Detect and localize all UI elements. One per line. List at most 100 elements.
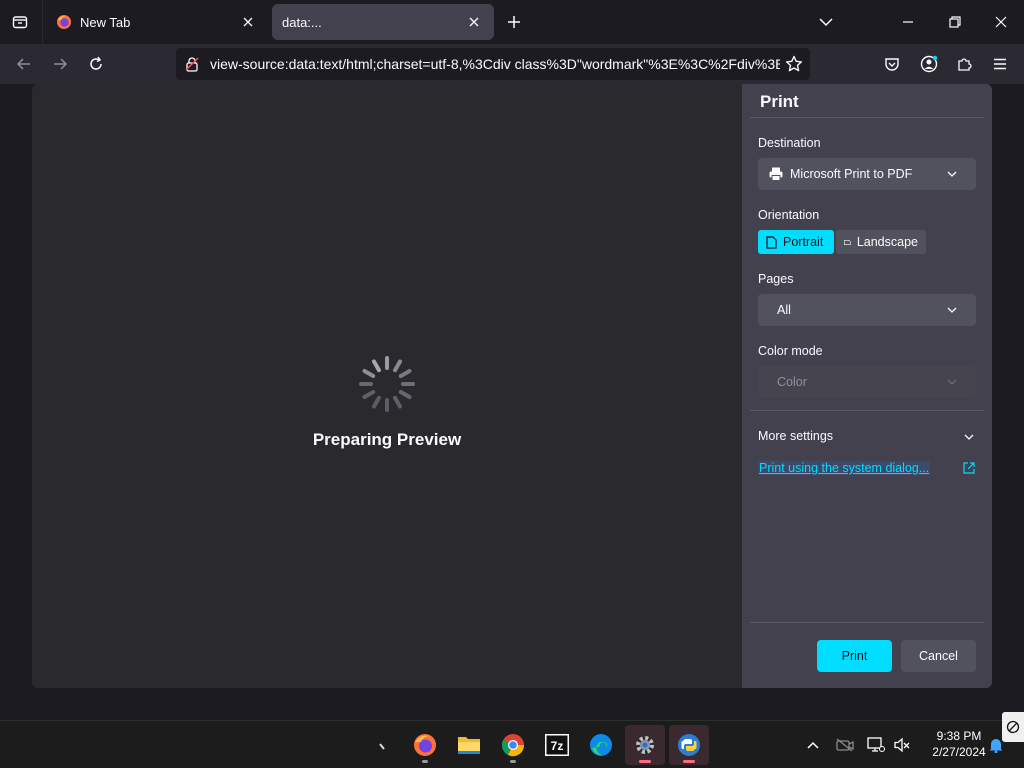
divider xyxy=(750,410,984,411)
chevron-down-icon xyxy=(944,302,960,318)
hamburger-menu-icon xyxy=(994,58,1006,70)
extensions-button[interactable] xyxy=(950,50,978,78)
print-title: Print xyxy=(760,92,799,111)
color-mode-label: Color mode xyxy=(758,344,823,358)
plus-icon xyxy=(508,16,520,28)
chevron-down-icon xyxy=(944,166,960,182)
blocked-icon xyxy=(1006,720,1020,734)
cancel-button[interactable]: Cancel xyxy=(901,640,976,672)
show-hidden-icons-button[interactable] xyxy=(803,735,823,755)
tab-data[interactable]: data:... xyxy=(272,4,494,40)
forward-arrow-icon xyxy=(54,58,68,70)
pages-value: All xyxy=(777,303,791,317)
destination-label: Destination xyxy=(758,136,821,150)
chevron-down-icon xyxy=(944,374,960,390)
running-indicator xyxy=(683,760,695,763)
taskbar-7zip[interactable]: 7z xyxy=(537,725,577,765)
python-icon xyxy=(678,734,700,756)
tab-label: New Tab xyxy=(80,14,131,30)
restore-button[interactable] xyxy=(939,8,971,36)
chrome-icon xyxy=(501,734,525,757)
back-button[interactable] xyxy=(10,50,38,78)
camera-off-icon xyxy=(836,738,854,752)
volume-muted-icon xyxy=(894,737,910,753)
tray-camera-off[interactable] xyxy=(835,735,855,755)
close-icon xyxy=(995,16,1007,28)
landscape-label: Landscape xyxy=(856,235,918,249)
pocket-button[interactable] xyxy=(878,50,906,78)
loading-spinner-icon xyxy=(359,356,415,412)
tab-list-button[interactable] xyxy=(6,8,34,36)
close-window-button[interactable] xyxy=(985,8,1017,36)
taskbar-edge[interactable] xyxy=(581,725,621,765)
external-link-icon[interactable] xyxy=(962,461,976,475)
minimize-icon xyxy=(903,21,913,23)
svg-text:7z: 7z xyxy=(551,739,564,753)
edge-icon xyxy=(590,734,612,756)
file-explorer-icon xyxy=(458,737,480,754)
forward-button[interactable] xyxy=(46,50,74,78)
url-bar[interactable]: view-source:data:text/html;charset=utf-8… xyxy=(176,48,810,80)
tab-new-tab[interactable]: New Tab xyxy=(46,4,268,40)
back-arrow-icon xyxy=(16,58,30,70)
orientation-label: Orientation xyxy=(758,208,820,222)
taskbar-settings[interactable] xyxy=(625,725,665,765)
landscape-button[interactable]: Landscape xyxy=(836,230,926,254)
reload-button[interactable] xyxy=(82,50,110,78)
taskbar-python[interactable] xyxy=(669,725,709,765)
pocket-icon xyxy=(885,58,899,71)
running-indicator xyxy=(639,760,651,763)
account-icon xyxy=(920,55,938,73)
clock-date: 2/27/2024 xyxy=(932,745,986,759)
network-icon xyxy=(867,737,885,752)
firefox-icon xyxy=(414,734,436,756)
page-info-icon[interactable] xyxy=(184,55,202,73)
pages-select[interactable]: All xyxy=(758,294,976,326)
close-tab-icon[interactable] xyxy=(464,12,484,32)
settings-icon xyxy=(636,736,654,754)
taskbar-firefox[interactable] xyxy=(405,725,445,765)
running-indicator xyxy=(510,760,516,763)
color-mode-value: Color xyxy=(777,375,807,389)
account-button[interactable] xyxy=(915,50,943,78)
destination-value: Microsoft Print to PDF xyxy=(790,167,913,181)
color-mode-select[interactable]: Color xyxy=(758,366,976,398)
landscape-page-icon xyxy=(844,239,851,245)
firefox-view-icon xyxy=(12,16,28,29)
more-settings-toggle[interactable]: More settings xyxy=(758,429,833,443)
portrait-page-icon xyxy=(766,235,777,249)
tray-volume[interactable] xyxy=(892,735,912,755)
print-button[interactable]: Print xyxy=(817,640,892,672)
puzzle-icon xyxy=(958,58,972,71)
minimize-button[interactable] xyxy=(892,8,924,36)
7zip-icon: 7z xyxy=(545,734,569,756)
list-all-tabs-button[interactable] xyxy=(814,10,838,34)
taskbar-file-explorer[interactable] xyxy=(449,725,489,765)
tab-separator xyxy=(42,0,43,44)
destination-select[interactable]: Microsoft Print to PDF xyxy=(758,158,976,190)
tray-network[interactable] xyxy=(866,735,886,755)
side-widget[interactable] xyxy=(1002,712,1024,742)
chevron-up-icon xyxy=(807,741,819,749)
new-tab-button[interactable] xyxy=(502,10,526,34)
bookmark-star-icon[interactable] xyxy=(780,50,808,78)
taskbar-chrome[interactable] xyxy=(493,725,533,765)
system-dialog-link[interactable]: Print using the system dialog... xyxy=(758,461,931,475)
search-icon xyxy=(379,743,385,750)
clock-time: 9:38 PM xyxy=(936,729,982,743)
divider xyxy=(750,117,984,118)
print-preview-area: Preparing Preview xyxy=(32,84,742,688)
reload-icon xyxy=(90,56,102,70)
tab-label: data:... xyxy=(282,14,322,30)
menu-button[interactable] xyxy=(986,50,1014,78)
chevron-down-icon[interactable] xyxy=(960,429,978,445)
taskbar: 7z xyxy=(0,720,1024,768)
print-settings-panel: Print Destination Microsoft Print to PDF… xyxy=(742,84,992,688)
close-tab-icon[interactable] xyxy=(238,12,258,32)
navigation-toolbar: view-source:data:text/html;charset=utf-8… xyxy=(0,44,1024,84)
portrait-button[interactable]: Portrait xyxy=(758,230,834,254)
url-text: view-source:data:text/html;charset=utf-8… xyxy=(210,56,780,72)
system-clock[interactable]: 9:38 PM 2/27/2024 xyxy=(924,728,994,760)
taskbar-search[interactable] xyxy=(364,725,404,765)
tab-strip: New Tab data:... xyxy=(0,0,1024,44)
